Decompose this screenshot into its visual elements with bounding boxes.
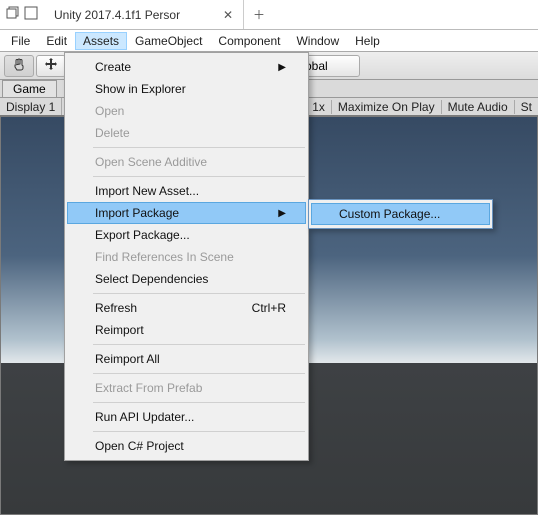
assets-dropdown: Create▶ Show in Explorer Open Delete Ope… xyxy=(64,52,309,461)
menu-refresh[interactable]: RefreshCtrl+R xyxy=(67,297,306,319)
menu-reimport-all[interactable]: Reimport All xyxy=(67,348,306,370)
shortcut-label: Ctrl+R xyxy=(252,301,286,315)
stats-toggle[interactable]: St xyxy=(514,100,538,114)
menu-show-in-explorer[interactable]: Show in Explorer xyxy=(67,78,306,100)
chevron-right-icon: ▶ xyxy=(278,62,286,73)
menu-custom-package[interactable]: Custom Package... xyxy=(311,203,490,225)
menu-export-package[interactable]: Export Package... xyxy=(67,224,306,246)
title-bar: Unity 2017.4.1f1 Persor ✕ ＋ xyxy=(0,0,538,30)
separator xyxy=(93,147,305,148)
window-system-icons xyxy=(0,0,44,29)
move-icon xyxy=(44,57,58,74)
menu-component[interactable]: Component xyxy=(210,32,288,50)
menu-delete: Delete xyxy=(67,122,306,144)
menu-open: Open xyxy=(67,100,306,122)
menu-reimport[interactable]: Reimport xyxy=(67,319,306,341)
separator xyxy=(93,373,305,374)
app-icon xyxy=(24,6,38,23)
menu-run-api-updater[interactable]: Run API Updater... xyxy=(67,406,306,428)
menu-window[interactable]: Window xyxy=(288,32,347,50)
menu-extract-from-prefab: Extract From Prefab xyxy=(67,377,306,399)
menu-gameobject[interactable]: GameObject xyxy=(127,32,210,50)
menu-file[interactable]: File xyxy=(3,32,38,50)
menu-help[interactable]: Help xyxy=(347,32,388,50)
menu-import-package[interactable]: Import Package▶ xyxy=(67,202,306,224)
menu-open-csharp-project[interactable]: Open C# Project xyxy=(67,435,306,457)
display-dropdown[interactable]: Display 1 xyxy=(0,98,62,115)
chevron-right-icon: ▶ xyxy=(278,208,286,219)
restore-icon xyxy=(6,6,20,23)
separator xyxy=(93,293,305,294)
move-tool-button[interactable] xyxy=(36,55,66,77)
menu-bar: File Edit Assets GameObject Component Wi… xyxy=(0,30,538,52)
tab-game[interactable]: Game xyxy=(2,80,57,97)
separator xyxy=(93,344,305,345)
close-icon[interactable]: ✕ xyxy=(213,8,233,22)
hand-icon xyxy=(12,57,26,74)
menu-edit[interactable]: Edit xyxy=(38,32,75,50)
tab-game-label: Game xyxy=(13,82,46,96)
toolbar-dropdown-partial[interactable]: obal xyxy=(300,55,360,77)
menu-assets[interactable]: Assets xyxy=(75,32,127,50)
separator xyxy=(93,431,305,432)
tab-title: Unity 2017.4.1f1 Persor xyxy=(54,8,180,22)
mute-audio-toggle[interactable]: Mute Audio xyxy=(441,100,514,114)
hand-tool-button[interactable] xyxy=(4,55,34,77)
menu-open-scene-additive: Open Scene Additive xyxy=(67,151,306,173)
menu-find-references: Find References In Scene xyxy=(67,246,306,268)
scale-label: 1x xyxy=(305,100,331,114)
menu-select-dependencies[interactable]: Select Dependencies xyxy=(67,268,306,290)
menu-create[interactable]: Create▶ xyxy=(67,56,306,78)
separator xyxy=(93,402,305,403)
new-tab-button[interactable]: ＋ xyxy=(244,0,274,29)
import-package-submenu: Custom Package... xyxy=(308,199,493,229)
separator xyxy=(93,176,305,177)
maximize-on-play-toggle[interactable]: Maximize On Play xyxy=(331,100,441,114)
menu-import-new-asset[interactable]: Import New Asset... xyxy=(67,180,306,202)
window-tab[interactable]: Unity 2017.4.1f1 Persor ✕ xyxy=(44,0,244,29)
